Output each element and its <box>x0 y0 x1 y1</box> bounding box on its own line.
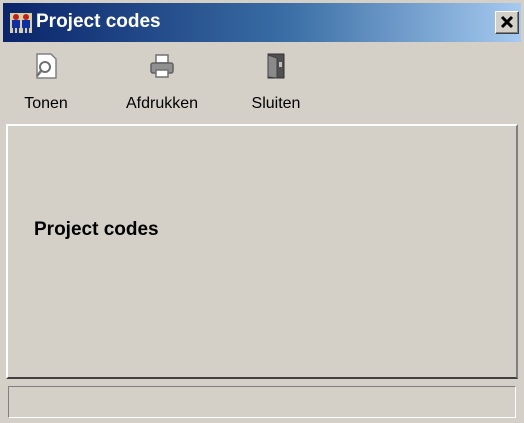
project-codes-window: Project codes Tonen Afdrukken Sluiten Pr… <box>0 0 524 423</box>
close-toolbar-button[interactable]: Sluiten <box>239 48 313 118</box>
printer-icon <box>148 52 176 80</box>
preview-icon <box>32 52 60 80</box>
main-panel: Project codes <box>6 124 518 379</box>
panel-heading: Project codes <box>34 219 159 240</box>
toolbar: Tonen Afdrukken Sluiten <box>3 44 521 122</box>
show-button[interactable]: Tonen <box>11 48 81 118</box>
print-button[interactable]: Afdrukken <box>107 48 217 118</box>
show-button-label: Tonen <box>24 95 68 112</box>
door-exit-icon <box>262 52 290 80</box>
print-button-label: Afdrukken <box>125 95 199 112</box>
window-title: Project codes <box>36 11 161 32</box>
people-icon <box>10 13 32 33</box>
title-bar[interactable]: Project codes <box>3 3 521 42</box>
close-button[interactable] <box>495 11 519 34</box>
status-bar <box>8 386 516 418</box>
close-toolbar-label: Sluiten <box>251 95 301 112</box>
